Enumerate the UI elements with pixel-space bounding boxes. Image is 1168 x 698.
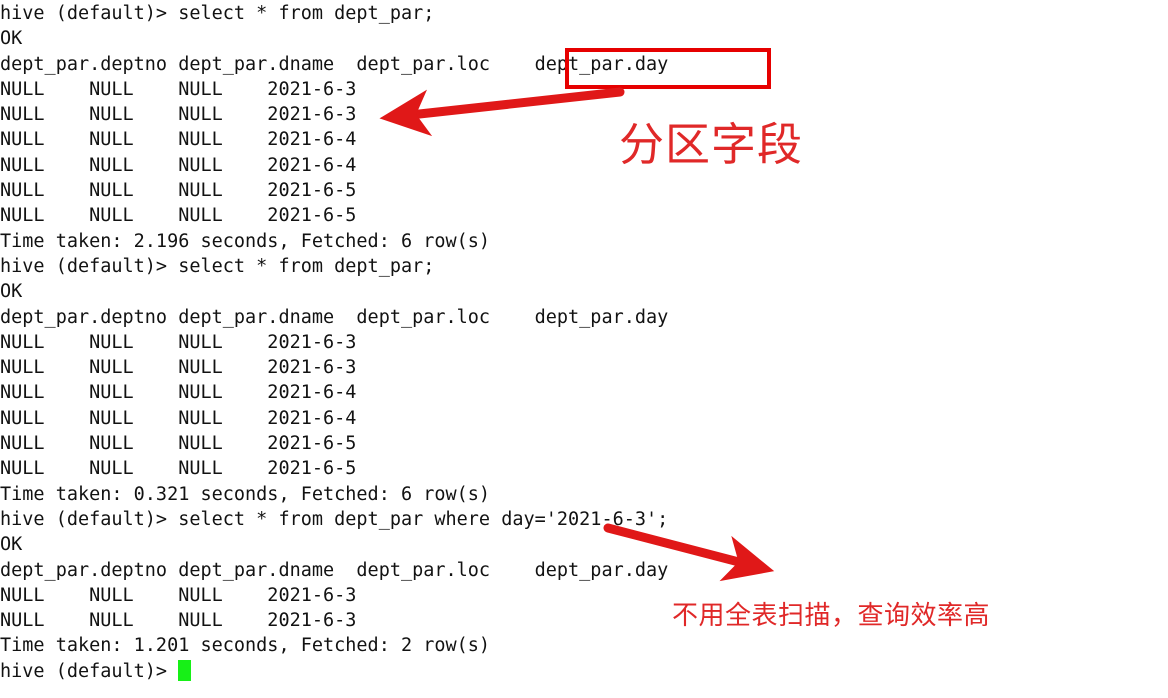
terminal-line: dept_par.deptno dept_par.dname dept_par.… bbox=[0, 559, 669, 581]
terminal-line: dept_par.deptno dept_par.dname dept_par.… bbox=[0, 306, 669, 328]
terminal-screenshot: hive (default)> select * from dept_par; … bbox=[0, 0, 1168, 698]
terminal-line: NULL NULL NULL 2021-6-5 bbox=[0, 205, 357, 227]
terminal-line: NULL NULL NULL 2021-6-3 bbox=[0, 104, 357, 126]
terminal-line: NULL NULL NULL 2021-6-3 bbox=[0, 357, 357, 379]
terminal-prompt-line[interactable]: hive (default)> bbox=[0, 659, 1168, 684]
terminal-line: Time taken: 0.321 seconds, Fetched: 6 ro… bbox=[0, 483, 491, 505]
text-cursor bbox=[178, 659, 192, 681]
terminal-line: hive (default)> select * from dept_par; bbox=[0, 3, 435, 24]
terminal-line: NULL NULL NULL 2021-6-4 bbox=[0, 407, 357, 429]
terminal-line: NULL NULL NULL 2021-6-3 bbox=[0, 610, 357, 632]
terminal-line: OK bbox=[0, 28, 23, 50]
terminal-line: NULL NULL NULL 2021-6-3 bbox=[0, 78, 357, 100]
terminal-line: NULL NULL NULL 2021-6-4 bbox=[0, 382, 357, 404]
terminal-line: NULL NULL NULL 2021-6-5 bbox=[0, 180, 357, 202]
terminal-line: OK bbox=[0, 281, 23, 303]
terminal-line: OK bbox=[0, 534, 23, 556]
terminal-line: hive (default)> select * from dept_par w… bbox=[0, 508, 669, 530]
terminal-line: NULL NULL NULL 2021-6-4 bbox=[0, 154, 357, 176]
terminal-line: Time taken: 1.201 seconds, Fetched: 2 ro… bbox=[0, 635, 491, 657]
terminal-line: NULL NULL NULL 2021-6-4 bbox=[0, 129, 357, 151]
terminal-line: Time taken: 2.196 seconds, Fetched: 6 ro… bbox=[0, 230, 491, 252]
prompt-text: hive (default)> bbox=[0, 660, 179, 682]
terminal-line: dept_par.deptno dept_par.dname dept_par.… bbox=[0, 53, 669, 75]
terminal-line: NULL NULL NULL 2021-6-3 bbox=[0, 584, 357, 606]
terminal-line: hive (default)> select * from dept_par; bbox=[0, 255, 435, 277]
terminal-line: NULL NULL NULL 2021-6-5 bbox=[0, 458, 357, 480]
terminal-line: NULL NULL NULL 2021-6-5 bbox=[0, 433, 357, 455]
terminal-output[interactable]: hive (default)> select * from dept_par; … bbox=[0, 0, 1168, 698]
terminal-line: NULL NULL NULL 2021-6-3 bbox=[0, 331, 357, 353]
